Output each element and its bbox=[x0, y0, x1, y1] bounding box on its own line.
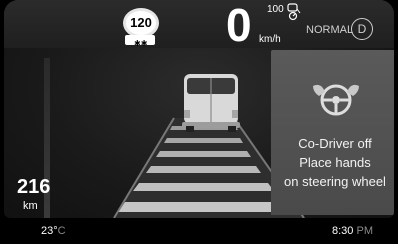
hands-on-steering-wheel-icon bbox=[311, 78, 361, 123]
temperature-value: 23° bbox=[41, 225, 58, 237]
range-unit: km bbox=[23, 200, 38, 212]
speed-limit-value: 120 bbox=[123, 8, 159, 38]
temperature-unit: C bbox=[57, 225, 66, 237]
cruise-set-speed: 100 bbox=[267, 4, 284, 15]
speed-value: 0 bbox=[226, 0, 252, 51]
co-driver-alert-message: Co-Driver off Place hands on steering wh… bbox=[271, 134, 394, 191]
outside-temperature: 23°C bbox=[41, 225, 66, 237]
display-frame: 120 ✱✱ 0 km/h 100 NORMAL D Co-Driver off… bbox=[0, 0, 398, 244]
lead-vehicle-icon bbox=[180, 70, 242, 137]
instrument-cluster: 120 ✱✱ 0 km/h 100 NORMAL D Co-Driver off… bbox=[4, 0, 394, 218]
snow-conditions-icon: ✱✱ bbox=[125, 35, 155, 48]
speed-limit-sign: 120 ✱✱ bbox=[121, 7, 159, 48]
clock-time: 8:30 bbox=[332, 225, 354, 237]
alert-line-1: Co-Driver off bbox=[298, 136, 372, 151]
co-driver-alert-panel: Co-Driver off Place hands on steering wh… bbox=[271, 50, 394, 215]
cruise-control-icon bbox=[286, 3, 302, 26]
clock-ampm: PM bbox=[356, 225, 373, 237]
speed-unit: km/h bbox=[259, 34, 281, 45]
alert-line-2: Place hands bbox=[299, 155, 371, 170]
svg-text:✱✱: ✱✱ bbox=[134, 39, 148, 48]
drive-mode-label: NORMAL bbox=[306, 24, 354, 36]
clock: 8:30 PM bbox=[332, 225, 373, 237]
alert-line-3: on steering wheel bbox=[284, 174, 386, 189]
range-value: 216 bbox=[17, 176, 51, 198]
gear-indicator: D bbox=[351, 18, 373, 40]
